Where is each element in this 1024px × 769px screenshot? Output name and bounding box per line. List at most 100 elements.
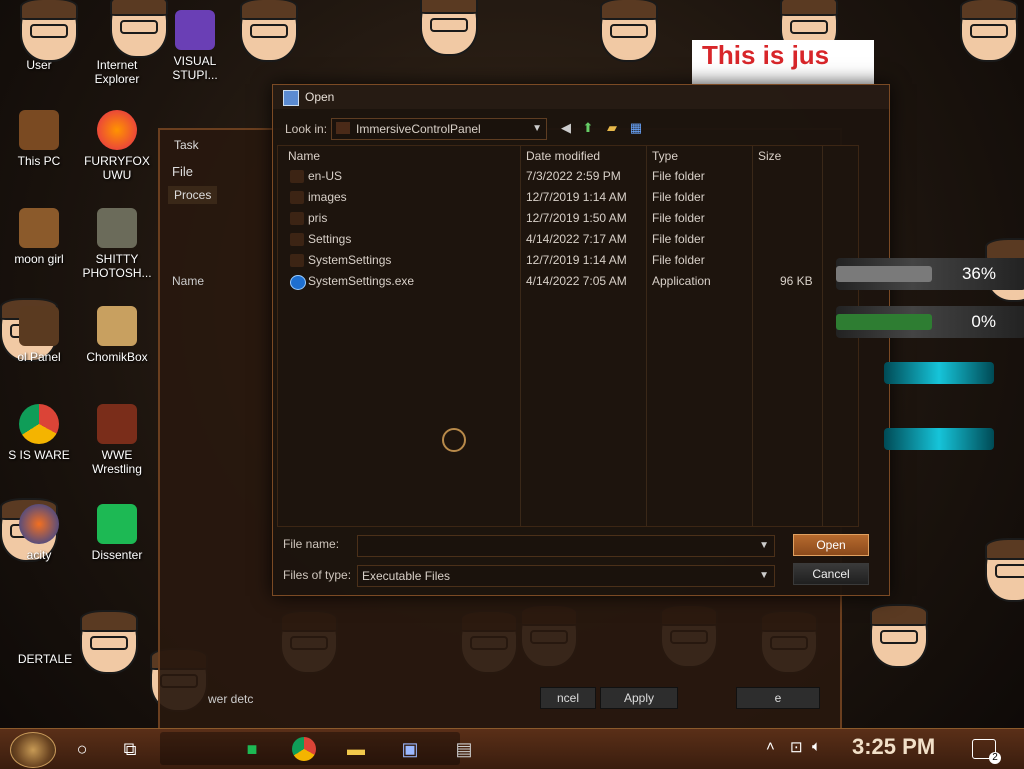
visual-studio-icon [175,10,215,50]
bg-col-name[interactable]: Name [172,274,204,288]
bg-apply-label: Apply [623,691,655,705]
search-circle-icon[interactable]: ○ [70,737,94,761]
desktop-icon-chomikbox[interactable]: ChomikBox [80,306,154,364]
desktop-icon-label: This PC [17,154,61,168]
bg-apply-button[interactable]: Apply [600,687,678,709]
bg-tab-processes[interactable]: Proces [168,186,218,204]
task-manager-taskbar-icon[interactable]: ▤ [452,737,476,761]
file-type: File folder [652,253,705,267]
file-row[interactable]: Settings 4/14/2022 7:17 AM File folder [278,229,858,250]
bg-window-title: Task [174,138,199,152]
back-button[interactable]: ◀ [557,119,575,137]
bg-cancel-button[interactable]: ncel [540,687,596,709]
volume-muted-icon[interactable]: 🔈︎ [812,738,821,755]
energy-tube [884,362,994,384]
control-panel-taskbar-icon[interactable]: ▣ [398,737,422,761]
wallpaper-character [80,610,138,674]
file-row[interactable]: en-US 7/3/2022 2:59 PM File folder [278,166,858,187]
view-menu-button[interactable]: ▦ [627,119,645,137]
desktop-icon-user[interactable]: User [2,58,76,72]
bg-window-title-text: Task [174,138,199,152]
desktop-icon-audacity[interactable]: acity [2,504,76,562]
column-header-date[interactable]: Date modified [526,146,600,166]
task-view-icon[interactable]: ⧉ [118,737,142,761]
file-type: File folder [652,211,705,225]
wrestling-icon [97,404,137,444]
desktop-icon-label: User [26,58,52,72]
wallpaper-text: This is jus [702,40,830,70]
file-type: File folder [652,169,705,183]
column-header-size[interactable]: Size [758,146,781,166]
file-date: 12/7/2019 1:14 AM [526,190,627,204]
bg-col-name-label: Name [172,274,205,288]
file-name: SystemSettings [308,253,392,267]
desktop-icon-dissenter[interactable]: Dissenter [80,504,154,562]
bg-tab-label: Proces [174,188,212,202]
chevron-down-icon: ▼ [759,540,769,551]
desktop-icon-label: acity [26,548,52,562]
taskbar: ○ ⧉ ■ ▬ ▣ ▤ ˄ ⊡ 🔈︎ 3:25 PM 2 [0,728,1024,769]
file-row[interactable]: pris 12/7/2019 1:50 AM File folder [278,208,858,229]
column-header-name[interactable]: Name [288,146,320,166]
file-type: Application [652,274,711,288]
up-folder-button[interactable]: ⬆ [579,119,597,137]
notification-count: 2 [989,752,1001,764]
look-in-dropdown[interactable]: ImmersiveControlPanel ▼ [331,118,547,140]
files-of-type-dropdown[interactable]: Executable Files ▼ [357,565,775,587]
file-name: Settings [308,232,352,246]
desktop-icon-photoshop[interactable]: SHITTY PHOTOSH... [80,208,154,280]
wallpaper-character [960,0,1018,62]
dissenter-taskbar-icon[interactable]: ■ [240,737,264,761]
start-button[interactable] [10,732,56,768]
audacity-icon [19,504,59,544]
desktop-icon-label: S IS WARE [8,448,70,462]
desktop-icon-control-panel[interactable]: ol Panel [2,306,76,364]
folder-icon [290,170,304,183]
bg-menu-file[interactable]: File [172,164,193,179]
wallpaper-character [20,0,78,62]
desktop-icon-moon-girl[interactable]: moon girl [2,208,76,266]
desktop-icon-firefox[interactable]: FURRYFOX UWU [80,110,154,182]
dissenter-icon [97,504,137,544]
desktop-icon-chrome[interactable]: S IS WARE [2,404,76,462]
bg-footer-text: wer detc [208,692,253,706]
wallpaper-character [420,0,478,56]
desktop-icon-label: ChomikBox [86,350,148,364]
bg-other-button[interactable]: e [736,687,820,709]
chrome-taskbar-icon[interactable] [292,737,316,761]
file-size: 96 KB [780,274,813,288]
file-row[interactable]: SystemSettings 12/7/2019 1:14 AM File fo… [278,250,858,271]
desktop-icon-label: DERTALE [17,652,73,666]
desktop-icon-label: FURRYFOX UWU [84,154,150,182]
bg-cancel-label: ncel [556,691,579,705]
bg-other-label: e [774,691,782,705]
file-date: 7/3/2022 2:59 PM [526,169,621,183]
desktop-icon-wwe[interactable]: WWE Wrestling [80,404,154,476]
file-explorer-icon[interactable]: ▬ [344,737,368,761]
open-button[interactable]: Open [793,534,869,556]
notification-center-button[interactable]: 2 [972,739,1001,764]
desktop-icon-label: moon girl [14,252,64,266]
new-folder-button[interactable]: ▰ [603,119,621,137]
file-name-input[interactable]: ▼ [357,535,775,557]
busy-cursor-icon [442,428,466,452]
dialog-title-bar[interactable]: Open [273,85,889,109]
gimp-icon [97,208,137,248]
show-hidden-icons[interactable]: ˄ [766,738,775,755]
file-name: images [308,190,347,204]
column-header-type[interactable]: Type [652,146,678,166]
desktop-icon-this-pc[interactable]: This PC [2,110,76,168]
files-of-type-value: Executable Files [362,569,451,583]
cancel-button[interactable]: Cancel [793,563,869,585]
file-row[interactable]: images 12/7/2019 1:14 AM File folder [278,187,858,208]
hamster-icon [97,306,137,346]
desktop-icon-internet-explorer[interactable]: Internet Explorer [80,58,154,86]
network-icon[interactable]: ⊡ [790,738,803,756]
gear-icon [290,275,306,290]
desktop-icon-label: Internet Explorer [94,58,140,86]
bg-footer-label: wer detc [208,692,254,706]
file-row[interactable]: SystemSettings.exe 4/14/2022 7:05 AM App… [278,271,858,292]
desktop-icon-visual-studio[interactable]: VISUAL STUPI... [158,10,232,82]
desktop-icon-undertale[interactable]: DERTALE [8,652,82,666]
clock[interactable]: 3:25 PM [852,734,935,760]
